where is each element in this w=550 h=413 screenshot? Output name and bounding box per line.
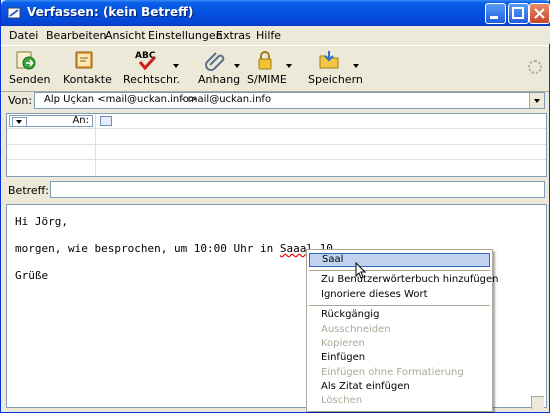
body-line-closing: Grüße — [15, 269, 49, 282]
send-icon — [16, 51, 36, 70]
menu-bar: Datei Bearbeiten Ansicht Einstellungen E… — [1, 26, 550, 44]
menu-item-ignore-word[interactable]: Ignoriere dieses Wort — [309, 289, 490, 303]
mouse-pointer-icon — [355, 262, 367, 279]
attach-label: Anhang — [198, 73, 241, 86]
from-identity: Alp Uçkan <mail@uckan.info> — [44, 94, 198, 105]
body-line-greeting: Hi Jörg, — [15, 215, 68, 228]
recipient-list: An: — [6, 113, 547, 177]
menu-edit[interactable]: Bearbeiten — [46, 29, 106, 42]
spellcheck-label: Rechtschr. — [123, 73, 181, 86]
chevron-down-icon — [12, 117, 27, 127]
from-account-select[interactable]: Alp Uçkan <mail@uckan.info> - mail@uckan… — [34, 92, 545, 109]
title-bar[interactable]: Verfassen: (kein Betreff) — [1, 0, 550, 26]
recipient-type-select[interactable]: An: — [9, 115, 93, 127]
recipient-column-divider — [95, 114, 96, 176]
menu-separator — [309, 270, 490, 271]
save-button[interactable]: Speichern — [306, 46, 363, 91]
smime-dropdown-icon[interactable] — [286, 64, 292, 68]
menu-item-suggestion[interactable]: Saal — [309, 253, 490, 267]
spellcheck-dropdown-icon[interactable] — [173, 64, 179, 68]
menu-item-delete: Löschen — [321, 395, 363, 406]
from-label: Von: — [8, 94, 33, 107]
paperclip-icon — [205, 52, 225, 71]
menu-item-paste-quote[interactable]: Als Zitat einfügen — [309, 381, 490, 395]
menu-separator — [309, 305, 490, 306]
compose-app-icon — [7, 7, 21, 19]
send-button[interactable]: Senden — [7, 46, 51, 91]
send-label: Senden — [9, 73, 51, 86]
activity-throbber-icon — [528, 60, 542, 74]
compose-window: Verfassen: (kein Betreff) Datei Bearbeit… — [0, 0, 550, 413]
close-button[interactable] — [529, 3, 550, 24]
contact-card-icon — [100, 116, 112, 126]
resize-grip[interactable] — [531, 396, 544, 409]
save-folder-icon — [319, 51, 339, 69]
contacts-label: Kontakte — [63, 73, 112, 86]
close-icon — [534, 8, 545, 19]
subject-input[interactable] — [50, 181, 545, 198]
lock-icon — [258, 51, 272, 70]
recipient-row-empty[interactable] — [7, 145, 546, 160]
recipient-type-label: An: — [72, 115, 89, 126]
save-label: Speichern — [308, 73, 363, 86]
recipient-row-empty[interactable] — [7, 130, 546, 145]
toolbar: Senden Kontakte ABC Rechtschr. Anhang S/… — [1, 45, 549, 92]
menu-file[interactable]: Datei — [9, 29, 38, 42]
recipient-row[interactable]: An: — [7, 114, 546, 129]
from-account: - mail@uckan.info — [181, 94, 272, 105]
menu-view[interactable]: Ansicht — [105, 29, 146, 42]
smime-label: S/MIME — [247, 73, 287, 86]
window-title: Verfassen: (kein Betreff) — [27, 5, 194, 19]
contacts-button[interactable]: Kontakte — [61, 46, 112, 91]
menu-item-undo[interactable]: Rückgängig — [309, 309, 490, 323]
menu-help[interactable]: Hilfe — [256, 29, 281, 42]
menu-item-paste-plain: Einfügen ohne Formatierung — [321, 367, 464, 378]
menu-item-cut: Ausschneiden — [321, 324, 391, 335]
recipient-row-empty[interactable] — [7, 160, 546, 174]
menu-settings[interactable]: Einstellungen — [148, 29, 223, 42]
menu-tools[interactable]: Extras — [216, 29, 251, 42]
smime-button[interactable]: S/MIME — [247, 46, 292, 91]
menu-item-paste[interactable]: Einfügen — [309, 352, 490, 366]
body-line-message: morgen, wie besprochen, um 10:00 Uhr in … — [15, 242, 333, 255]
attach-dropdown-icon[interactable] — [234, 64, 240, 68]
subject-label: Betreff: — [8, 184, 49, 197]
spellcheck-icon: ABC — [135, 51, 157, 71]
maximize-button[interactable] — [508, 3, 529, 24]
minimize-icon — [490, 16, 498, 19]
menu-item-copy: Kopieren — [321, 338, 365, 349]
address-book-icon — [75, 51, 93, 69]
minimize-button[interactable] — [485, 3, 506, 24]
attach-button[interactable]: Anhang — [196, 46, 241, 91]
spellcheck-context-menu: Saal Zu Benutzerwörterbuch hinzufügen Ig… — [306, 249, 499, 412]
maximize-icon — [512, 7, 524, 19]
menu-item-add-dictionary[interactable]: Zu Benutzerwörterbuch hinzufügen — [309, 274, 499, 288]
chevron-down-icon[interactable] — [529, 93, 544, 108]
save-dropdown-icon[interactable] — [353, 64, 359, 68]
spellcheck-button[interactable]: ABC Rechtschr. — [121, 46, 181, 91]
